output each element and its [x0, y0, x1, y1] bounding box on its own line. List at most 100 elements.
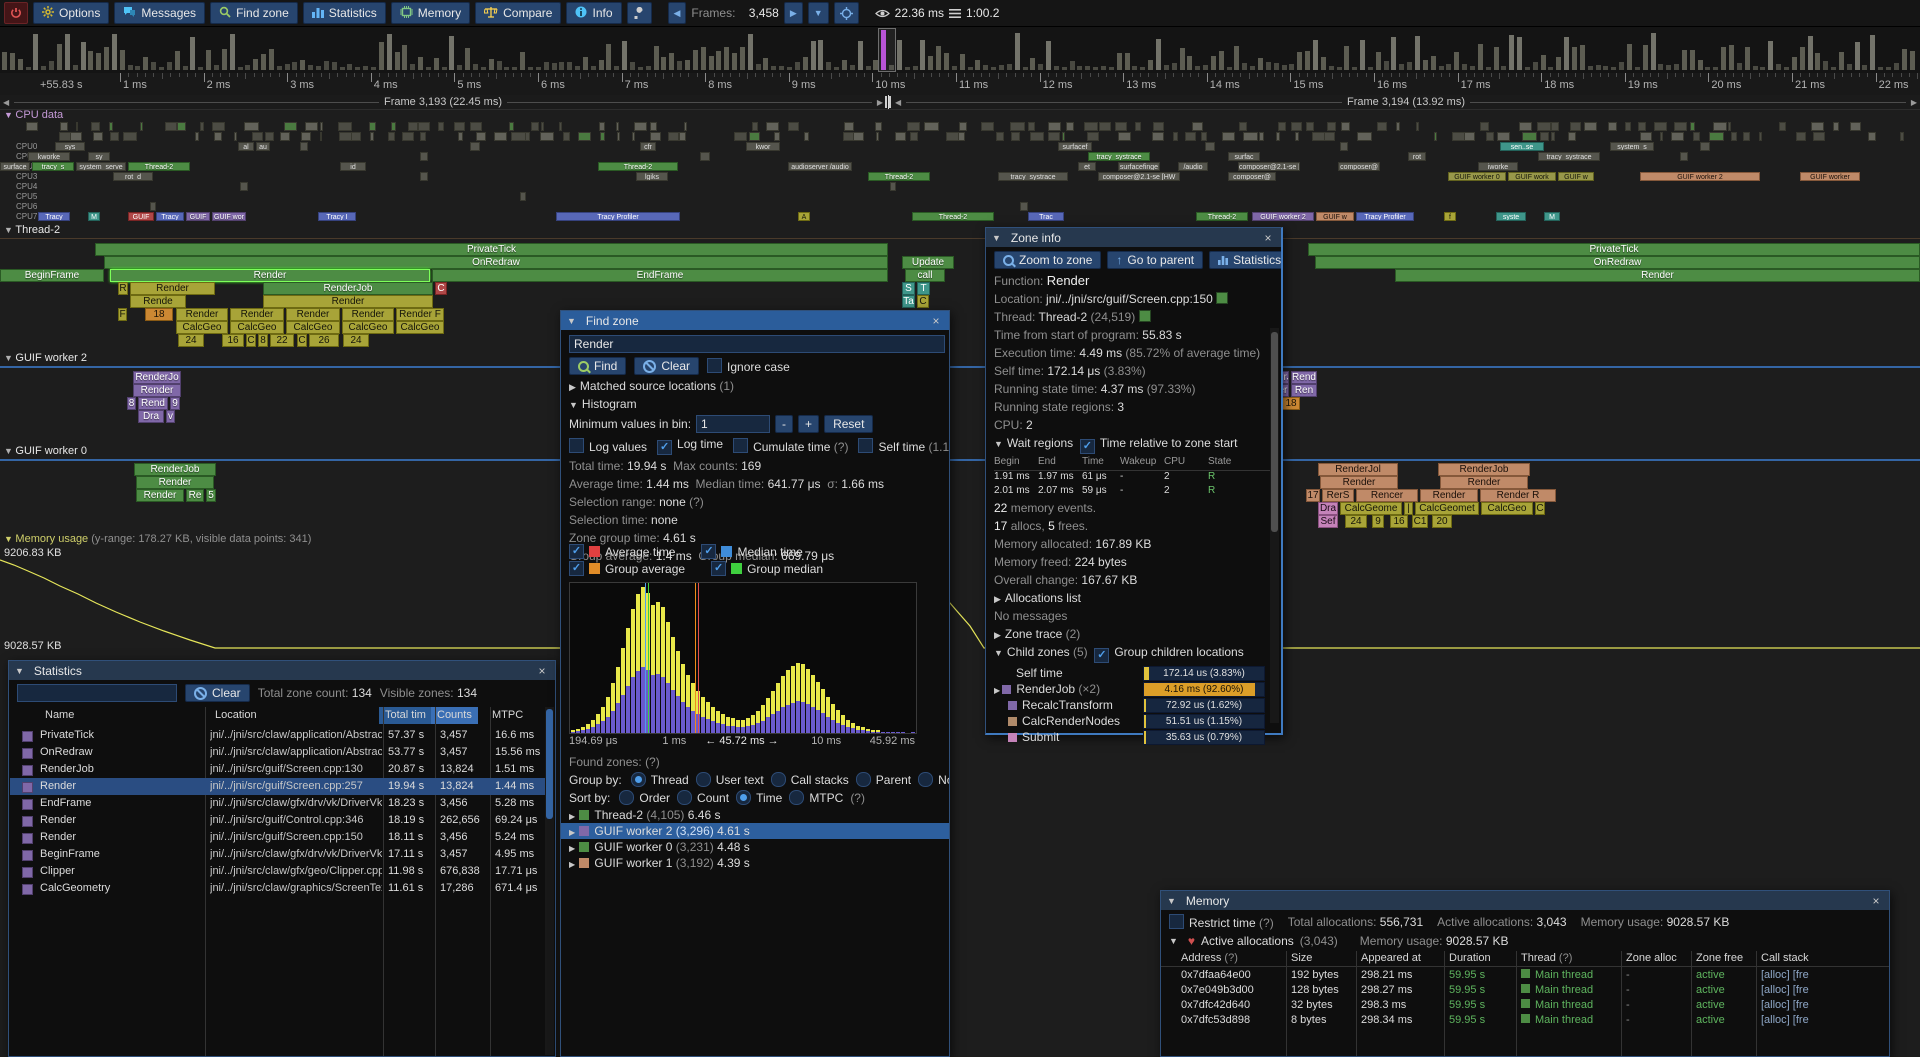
frame-bar[interactable] [897, 40, 902, 70]
cpu-zone[interactable]: f [1444, 212, 1456, 221]
cpu-zone[interactable] [1152, 132, 1164, 141]
timeline-zone[interactable]: v [166, 410, 175, 423]
frame-bar[interactable] [1651, 33, 1656, 70]
column-header-mtpc[interactable]: MTPC [486, 707, 529, 724]
frame-bar[interactable] [1407, 62, 1412, 70]
frame-bar[interactable] [1760, 67, 1765, 70]
cpu-zone[interactable] [1327, 122, 1336, 131]
timeline-zone[interactable]: RenderJob [263, 282, 433, 295]
frame-bar[interactable] [355, 67, 360, 70]
cpu-zone[interactable] [632, 132, 635, 141]
frame-bar[interactable] [771, 66, 776, 70]
group-by-option-call-stacks[interactable]: Call stacks [771, 772, 849, 787]
timeline-zone[interactable]: C1 [1412, 515, 1428, 528]
frame-bar[interactable] [143, 57, 148, 71]
frame-bar[interactable] [1384, 61, 1389, 70]
frame-bar[interactable] [1494, 47, 1499, 70]
cpu-zone[interactable]: Thread-2 [868, 172, 930, 181]
toolbar-button-messages[interactable]: Messages [114, 2, 205, 24]
frame-bar[interactable] [811, 41, 816, 70]
cpu-zone[interactable] [93, 132, 103, 141]
frame-bar[interactable] [552, 63, 557, 70]
cpu-zone[interactable] [563, 132, 571, 141]
frame-bar[interactable] [614, 66, 619, 70]
cpu-zone[interactable] [804, 132, 808, 141]
timeline-zone[interactable]: Rende [130, 295, 186, 308]
frame-bar[interactable] [1847, 64, 1852, 70]
frame-bar[interactable] [1250, 66, 1255, 70]
cpu-zone[interactable] [458, 132, 464, 141]
frame-bar[interactable] [1831, 67, 1836, 71]
cpu-zone[interactable]: GUIF worker [1800, 172, 1860, 181]
frame-bar[interactable] [1258, 58, 1263, 70]
frame-bar[interactable] [693, 50, 698, 70]
cpu-zone[interactable] [1779, 122, 1785, 131]
timeline-zone[interactable]: Render [110, 269, 430, 282]
alloc-col-appeared-at[interactable]: Appeared at [1361, 951, 1421, 966]
timeline-zone[interactable]: 24 [1345, 515, 1367, 528]
radio-icon[interactable] [631, 772, 646, 787]
min-bin-decrement[interactable]: - [775, 415, 793, 433]
frame-bar[interactable] [756, 64, 761, 70]
alloc-col-address[interactable]: Address (?) [1181, 951, 1238, 966]
cpu-zone[interactable] [123, 132, 136, 141]
frame-bar[interactable] [1446, 64, 1451, 70]
timeline-zone[interactable]: Render [1420, 489, 1478, 502]
frame-bar[interactable] [1792, 57, 1797, 70]
statistics-row[interactable]: CalcGeometryjni/../jni/src/claw/graphics… [10, 880, 545, 897]
timeline-zone[interactable]: CalcGeomet [1415, 502, 1479, 515]
cpu-zone[interactable]: sy [88, 152, 110, 161]
radio-icon[interactable] [736, 790, 751, 805]
cpu-zone[interactable] [470, 122, 481, 131]
frame-bar[interactable] [1164, 65, 1169, 70]
cpu-zone[interactable] [339, 132, 352, 141]
frame-bar[interactable] [1745, 47, 1750, 70]
child-zone-row[interactable]: Submit35.63 us (0.79%) [986, 729, 1281, 745]
frame-bar[interactable] [1376, 52, 1381, 70]
frame-bar[interactable] [701, 47, 706, 70]
frame-bar[interactable] [2, 52, 7, 70]
collapse-icon[interactable]: ▼ [992, 233, 1001, 243]
frame-bar[interactable] [630, 62, 635, 70]
frame-bar[interactable] [669, 53, 674, 70]
frame-bar[interactable] [709, 56, 714, 70]
call-stack-alloc-link[interactable]: [alloc] [1761, 999, 1793, 1011]
cpu-zone[interactable] [959, 122, 967, 131]
timeline-zone[interactable]: Render [263, 295, 433, 308]
frame-bar[interactable] [324, 61, 329, 70]
frame-bar[interactable] [1423, 60, 1428, 70]
frame-overview-strip[interactable] [0, 27, 1920, 74]
cpu-zone[interactable] [1522, 132, 1537, 141]
frame-bar[interactable] [245, 65, 250, 70]
timeline-zone[interactable]: S [902, 282, 915, 295]
timeline-zone[interactable]: Render F [396, 308, 444, 321]
statistics-titlebar[interactable]: ▼ Statistics × [9, 661, 555, 680]
column-header-counts[interactable]: Counts [431, 707, 478, 724]
memory-usage-graph[interactable] [0, 553, 1920, 660]
min-bin-input[interactable] [696, 415, 770, 433]
frame-bar[interactable] [1227, 67, 1232, 70]
cpu-zone[interactable] [1540, 132, 1549, 141]
call-stack-alloc-link[interactable]: [alloc] [1761, 969, 1793, 981]
cpu-zone[interactable] [1192, 122, 1203, 131]
collapse-icon[interactable]: ▼ [569, 400, 578, 410]
timeline-zone[interactable]: Render [1440, 476, 1528, 489]
statistics-row[interactable]: BeginFramejni/../jni/src/claw/gfx/drv/vk… [10, 846, 545, 863]
frame-bar[interactable] [1015, 33, 1020, 70]
cpu-zone[interactable] [650, 132, 661, 141]
ignore-case-checkbox[interactable] [707, 358, 722, 373]
cpu-zone[interactable]: audioserver /audio [788, 162, 852, 171]
frame-bar[interactable] [1800, 47, 1805, 70]
frame-bar[interactable] [1737, 63, 1742, 70]
collapse-icon[interactable]: ▼ [994, 648, 1003, 658]
frame-bar[interactable] [661, 57, 666, 70]
frame-bar[interactable] [1564, 37, 1569, 70]
cpu-zone[interactable] [420, 152, 428, 161]
sort-by-option-time[interactable]: Time [736, 790, 782, 805]
frame-bar[interactable] [834, 67, 839, 70]
frame-bar[interactable] [559, 62, 564, 70]
frame-bar[interactable] [481, 67, 486, 70]
frame-bar[interactable] [1839, 52, 1844, 70]
frame-bar[interactable] [1431, 56, 1436, 70]
cpu-zone[interactable] [1713, 122, 1727, 131]
